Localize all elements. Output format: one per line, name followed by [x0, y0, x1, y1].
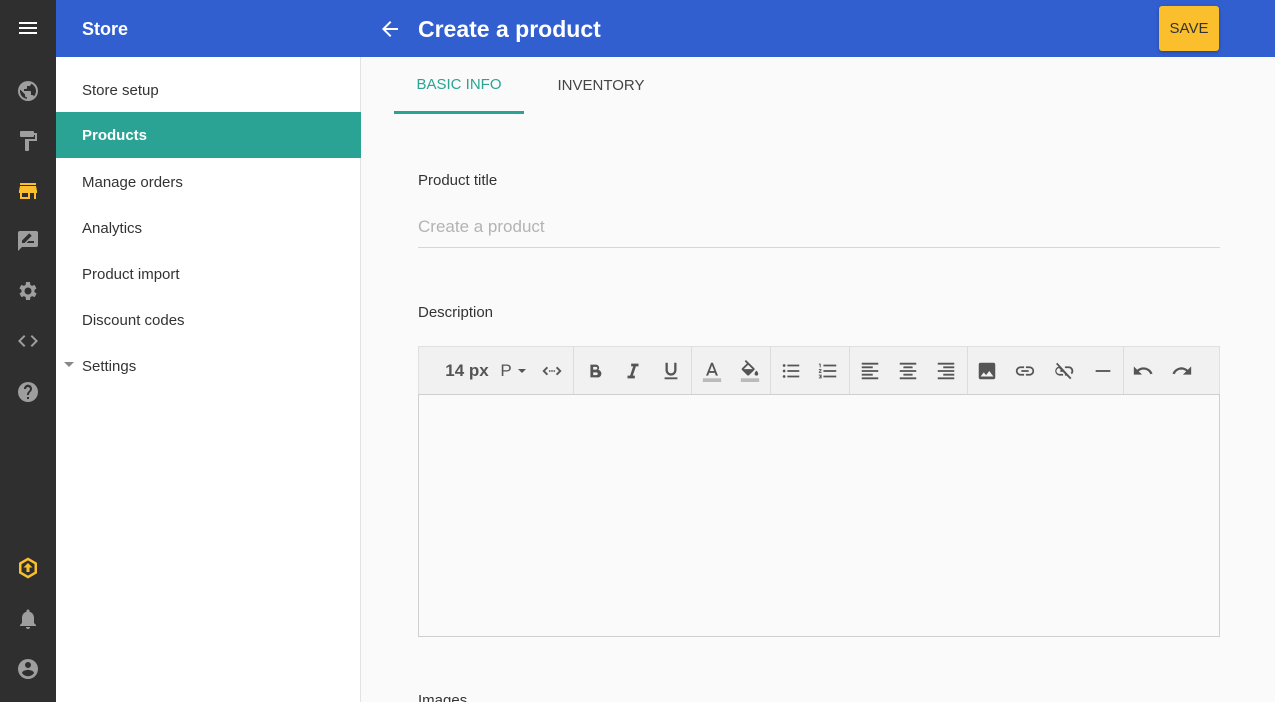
store-icon[interactable]	[16, 179, 40, 203]
sidebar-header: Store	[56, 0, 361, 57]
sidebar-item-label: Discount codes	[82, 311, 185, 329]
page-title: Create a product	[418, 16, 601, 42]
sidebar: Store setup Products Manage orders Analy…	[56, 57, 361, 702]
insert-image-icon[interactable]	[973, 357, 1001, 385]
sidebar-item-label: Product import	[82, 265, 180, 283]
underline-icon[interactable]	[657, 357, 685, 385]
menu-icon[interactable]	[16, 16, 40, 40]
sidebar-item-label: Analytics	[82, 219, 143, 237]
sidebar-item-store-setup[interactable]: Store setup	[56, 67, 361, 113]
product-title-input[interactable]	[418, 206, 1220, 248]
font-size-select[interactable]: 14 px	[443, 357, 491, 385]
toolbar-divider	[1123, 347, 1124, 395]
dropdown-arrow-icon	[517, 369, 526, 373]
sidebar-item-label: Manage orders	[82, 173, 183, 191]
help-icon[interactable]	[16, 380, 40, 404]
sidebar-title: Store	[82, 19, 129, 39]
remove-link-icon[interactable]	[1050, 357, 1078, 385]
sidebar-item-products[interactable]: Products	[56, 112, 361, 158]
sidebar-item-discount-codes[interactable]: Discount codes	[56, 297, 361, 343]
toolbar-divider	[573, 347, 574, 395]
insert-link-icon[interactable]	[1011, 357, 1039, 385]
tab-basic-info[interactable]: BASIC INFO	[394, 57, 524, 114]
feedback-icon[interactable]	[16, 229, 40, 253]
paragraph-format-select[interactable]: P	[497, 357, 529, 385]
caret-down-icon	[64, 362, 74, 367]
upgrade-icon[interactable]	[16, 556, 40, 580]
sidebar-item-manage-orders[interactable]: Manage orders	[56, 159, 361, 205]
sidebar-item-product-import[interactable]: Product import	[56, 251, 361, 297]
toolbar-divider	[691, 347, 692, 395]
text-color-icon[interactable]	[697, 357, 727, 385]
globe-icon[interactable]	[16, 79, 40, 103]
save-button[interactable]: SAVE	[1159, 6, 1219, 51]
undo-icon[interactable]	[1129, 357, 1157, 385]
redo-icon[interactable]	[1168, 357, 1196, 385]
images-label: Images	[418, 692, 468, 702]
sidebar-item-label: Products	[82, 126, 148, 144]
align-left-icon[interactable]	[856, 357, 884, 385]
back-arrow-icon[interactable]	[378, 17, 402, 41]
account-icon[interactable]	[16, 657, 40, 681]
align-right-icon[interactable]	[932, 357, 960, 385]
italic-icon[interactable]	[619, 357, 647, 385]
sidebar-item-settings[interactable]: Settings	[56, 343, 361, 389]
paint-roller-icon[interactable]	[16, 129, 40, 153]
toolbar-divider	[849, 347, 850, 395]
align-center-icon[interactable]	[894, 357, 922, 385]
editor-toolbar: 14 px P	[418, 346, 1220, 395]
top-bar: Create a product SAVE	[361, 0, 1275, 57]
code-icon[interactable]	[16, 329, 40, 353]
icon-rail	[0, 0, 56, 702]
gear-icon[interactable]	[16, 279, 40, 303]
description-editor[interactable]	[418, 394, 1220, 637]
paragraph-format-label: P	[500, 361, 512, 380]
code-view-icon[interactable]	[537, 357, 567, 385]
sidebar-item-analytics[interactable]: Analytics	[56, 205, 361, 251]
numbered-list-icon[interactable]	[814, 357, 842, 385]
sidebar-item-label: Settings	[82, 357, 137, 375]
background-color-icon[interactable]	[735, 357, 765, 385]
description-label: Description	[418, 304, 494, 321]
tab-inventory[interactable]: INVENTORY	[540, 57, 662, 114]
bold-icon[interactable]	[581, 357, 609, 385]
product-title-label: Product title	[418, 172, 498, 189]
bulleted-list-icon[interactable]	[777, 357, 805, 385]
sidebar-item-label: Store setup	[82, 81, 159, 99]
bell-icon[interactable]	[16, 607, 40, 631]
toolbar-divider	[770, 347, 771, 395]
horizontal-rule-icon[interactable]	[1089, 357, 1117, 385]
toolbar-divider	[967, 347, 968, 395]
